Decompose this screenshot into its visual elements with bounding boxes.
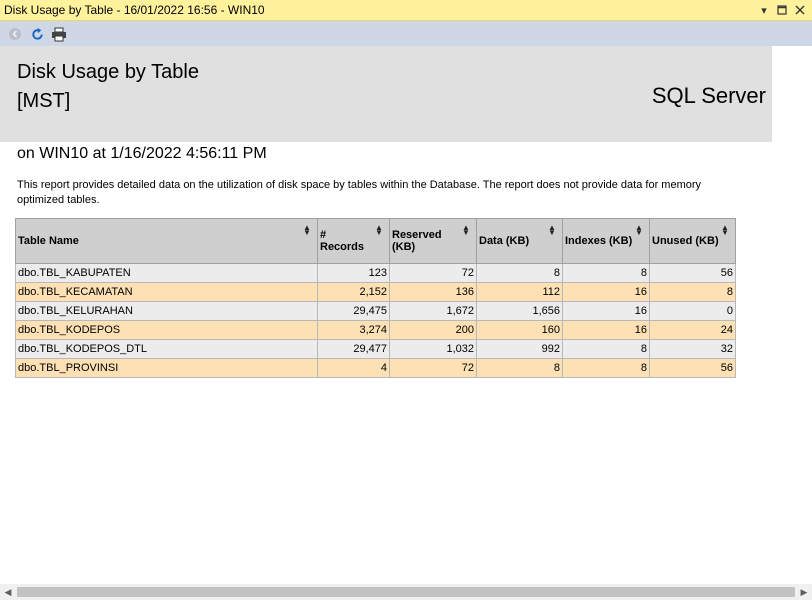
report-header: Disk Usage by Table [MST] SQL Server — [0, 46, 772, 142]
table-name-cell: dbo.TBL_PROVINSI — [15, 358, 318, 378]
indexes-cell: 8 — [562, 358, 650, 378]
unused-cell: 24 — [649, 320, 736, 340]
dropdown-icon[interactable]: ▾ — [756, 2, 772, 18]
reserved-cell: 1,672 — [389, 301, 477, 321]
records-cell: 4 — [317, 358, 390, 378]
window-controls: ▾ — [756, 2, 808, 18]
scroll-right-icon[interactable]: ▶ — [796, 584, 812, 600]
header-data[interactable]: Data (KB) ▲ ▼ — [476, 218, 563, 264]
document-tab-bar: Disk Usage by Table - 16/01/2022 16:56 -… — [0, 0, 812, 21]
reserved-cell: 1,032 — [389, 339, 477, 359]
header-indexes[interactable]: Indexes (KB) ▲ ▼ — [562, 218, 650, 264]
unused-cell: 8 — [649, 282, 736, 302]
header-reserved[interactable]: Reserved (KB) ▲ ▼ — [389, 218, 477, 264]
header-unused[interactable]: Unused (KB) ▲ ▼ — [649, 218, 736, 264]
unused-cell: 0 — [649, 301, 736, 321]
table-name-cell: dbo.TBL_KODEPOS_DTL — [15, 339, 318, 359]
header-table-name[interactable]: Table Name ▲ ▼ — [15, 218, 318, 264]
product-name: SQL Server — [651, 83, 766, 108]
records-cell: 123 — [317, 263, 390, 283]
table-row: dbo.TBL_KECAMATAN 2,152 136 112 16 8 — [15, 282, 736, 302]
disk-usage-table: Table Name ▲ ▼ # Records ▲ ▼ Reserved (KB) ▲ ▼… — [15, 218, 736, 378]
table-row: dbo.TBL_KELURAHAN 29,475 1,672 1,656 16 … — [15, 301, 736, 321]
database-name: [MST] — [17, 90, 71, 112]
table-row: dbo.TBL_KODEPOS 3,274 200 160 16 24 — [15, 320, 736, 340]
table-name-cell: dbo.TBL_KABUPATEN — [15, 263, 318, 283]
indexes-cell: 16 — [562, 320, 650, 340]
table-row: dbo.TBL_PROVINSI 4 72 8 8 56 — [15, 358, 736, 378]
records-cell: 29,475 — [317, 301, 390, 321]
indexes-cell: 8 — [562, 263, 650, 283]
window-title: Disk Usage by Table - 16/01/2022 16:56 -… — [4, 3, 265, 17]
report-server-timestamp: on WIN10 at 1/16/2022 4:56:11 PM — [17, 145, 267, 162]
sort-icon[interactable]: ▲ ▼ — [548, 224, 556, 237]
refresh-icon[interactable] — [28, 25, 46, 43]
close-icon[interactable] — [792, 2, 808, 18]
sort-icon[interactable]: ▲ ▼ — [635, 224, 643, 237]
reserved-cell: 200 — [389, 320, 477, 340]
indexes-cell: 16 — [562, 282, 650, 302]
data-cell: 8 — [476, 358, 563, 378]
report-description: This report provides detailed data on th… — [17, 179, 702, 206]
header-records[interactable]: # Records ▲ ▼ — [317, 218, 390, 264]
print-icon[interactable] — [50, 25, 68, 43]
indexes-cell: 16 — [562, 301, 650, 321]
unused-cell: 32 — [649, 339, 736, 359]
data-cell: 160 — [476, 320, 563, 340]
table-name-cell: dbo.TBL_KELURAHAN — [15, 301, 318, 321]
maximize-icon[interactable] — [774, 2, 790, 18]
data-cell: 1,656 — [476, 301, 563, 321]
table-name-cell: dbo.TBL_KODEPOS — [15, 320, 318, 340]
unused-cell: 56 — [649, 358, 736, 378]
records-cell: 3,274 — [317, 320, 390, 340]
indexes-cell: 8 — [562, 339, 650, 359]
data-cell: 992 — [476, 339, 563, 359]
scrollbar-thumb[interactable] — [17, 587, 795, 597]
records-cell: 2,152 — [317, 282, 390, 302]
scroll-left-icon[interactable]: ◀ — [0, 584, 16, 600]
records-cell: 29,477 — [317, 339, 390, 359]
reserved-cell: 72 — [389, 263, 477, 283]
table-name-cell: dbo.TBL_KECAMATAN — [15, 282, 318, 302]
unused-cell: 56 — [649, 263, 736, 283]
reserved-cell: 136 — [389, 282, 477, 302]
table-row: dbo.TBL_KODEPOS_DTL 29,477 1,032 992 8 3… — [15, 339, 736, 359]
report-title: Disk Usage by Table — [17, 61, 199, 83]
reserved-cell: 72 — [389, 358, 477, 378]
data-cell: 112 — [476, 282, 563, 302]
back-icon[interactable] — [6, 25, 24, 43]
report-toolbar — [0, 21, 812, 46]
sort-icon[interactable]: ▲ ▼ — [375, 224, 383, 237]
sort-icon[interactable]: ▲ ▼ — [462, 224, 470, 237]
table-header-row: Table Name ▲ ▼ # Records ▲ ▼ Reserved (KB) ▲ ▼… — [15, 218, 736, 264]
table-row: dbo.TBL_KABUPATEN 123 72 8 8 56 — [15, 263, 736, 283]
horizontal-scrollbar[interactable]: ◀ ▶ — [0, 584, 812, 600]
sort-icon[interactable]: ▲ ▼ — [303, 224, 311, 237]
data-cell: 8 — [476, 263, 563, 283]
sort-icon[interactable]: ▲ ▼ — [721, 224, 729, 237]
